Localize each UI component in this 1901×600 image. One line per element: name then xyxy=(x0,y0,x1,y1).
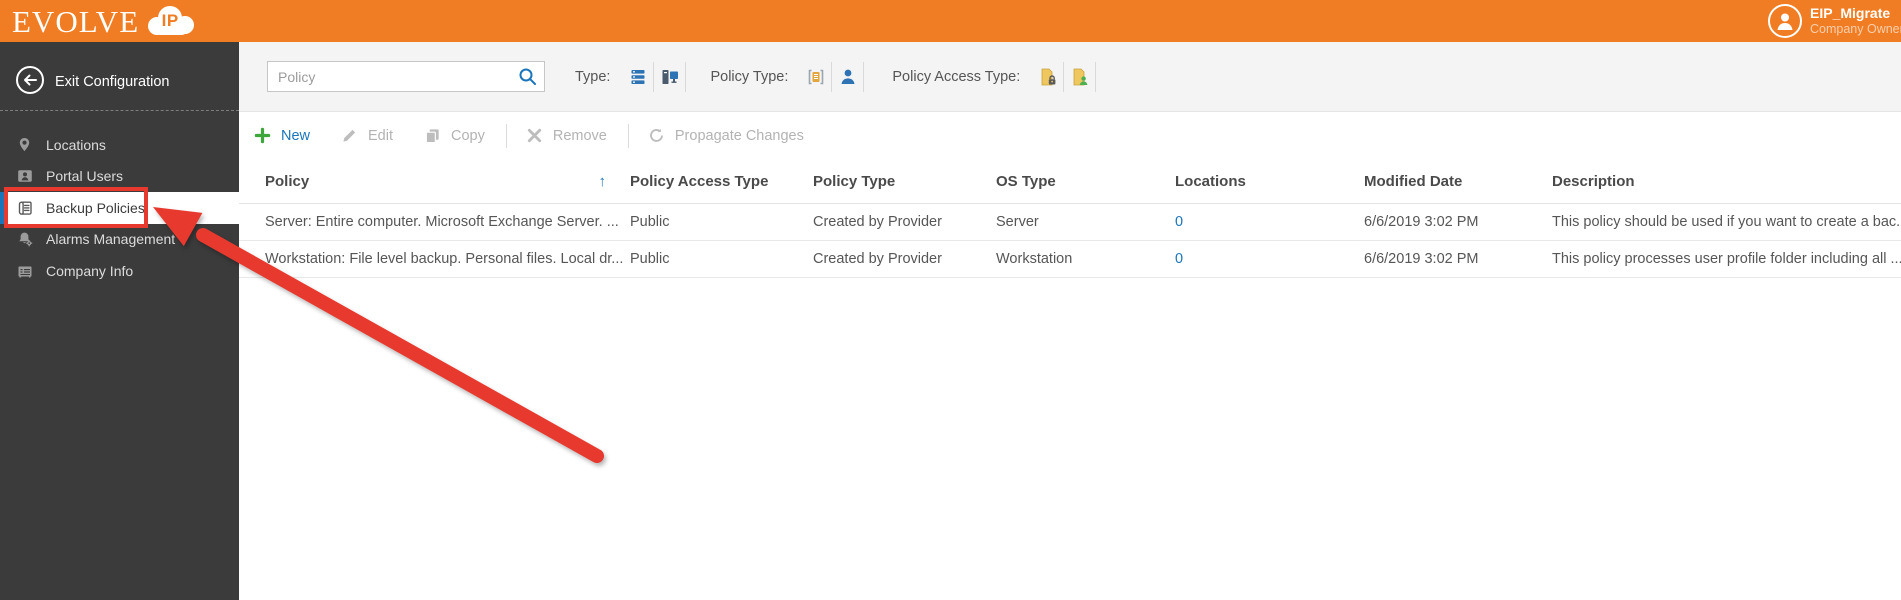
workstation-icon xyxy=(662,69,678,84)
cell-locations-link[interactable]: 0 xyxy=(1175,251,1364,267)
filter-group-type: Type: xyxy=(575,61,687,92)
search-input[interactable] xyxy=(267,61,545,92)
app-window: EVOLVE IP EIP_Migrate Company Owner Exit… xyxy=(0,0,1901,600)
filter-group-policy-type: Policy Type: xyxy=(710,61,865,92)
table-toolbar: New Edit Copy Remove Propagate Changes xyxy=(239,112,1901,159)
column-header-locations[interactable]: Locations xyxy=(1175,173,1364,190)
cell-policy-type: Created by Provider xyxy=(813,251,942,267)
portal-user-icon xyxy=(17,168,34,185)
sort-ascending-icon: ↑ xyxy=(598,172,607,190)
main-content: Type: xyxy=(239,42,1901,600)
sidebar: Exit Configuration Locations Portal User… xyxy=(0,42,239,600)
provider-policy-filter-button[interactable] xyxy=(800,61,833,92)
brand-logo: EVOLVE IP xyxy=(12,0,196,42)
sidebar-item-alarms-management[interactable]: Alarms Management xyxy=(0,224,239,256)
copy-icon xyxy=(424,127,442,145)
column-header-os-type[interactable]: OS Type xyxy=(996,173,1175,190)
cell-policy: Workstation: File level backup. Personal… xyxy=(265,251,624,267)
brand-name: EVOLVE xyxy=(12,3,140,39)
sidebar-item-company-info[interactable]: Company Info xyxy=(0,255,239,287)
remove-button[interactable]: Remove xyxy=(526,127,607,145)
column-header-policy-type[interactable]: Policy Type xyxy=(813,173,996,190)
back-circle-icon xyxy=(15,65,45,99)
column-header-modified-date[interactable]: Modified Date xyxy=(1364,173,1552,190)
pencil-icon xyxy=(341,127,359,145)
backup-policies-scroll-icon xyxy=(17,199,34,216)
copy-button-label: Copy xyxy=(451,127,485,144)
cell-policy-access-type: Public xyxy=(630,251,670,267)
provider-policy-scroll-icon xyxy=(808,69,824,84)
exit-configuration-label: Exit Configuration xyxy=(55,74,170,90)
filter-bar: Type: xyxy=(239,42,1901,112)
toolbar-divider xyxy=(627,123,629,148)
user-menu[interactable]: EIP_Migrate Company Owner xyxy=(1768,4,1901,38)
sidebar-item-label: Locations xyxy=(46,136,106,153)
cell-modified-date: 6/6/2019 3:02 PM xyxy=(1364,214,1479,230)
cell-description: This policy should be used if you want t… xyxy=(1552,214,1901,230)
filter-group-policy-access-type: Policy Access Type: xyxy=(892,61,1097,92)
private-policy-lock-icon xyxy=(1041,68,1056,85)
cell-os-type: Server xyxy=(996,214,1039,230)
copy-button[interactable]: Copy xyxy=(424,127,485,145)
company-building-icon xyxy=(17,262,34,279)
edit-button[interactable]: Edit xyxy=(341,127,393,145)
server-icon xyxy=(631,69,645,84)
sidebar-divider xyxy=(0,110,239,111)
public-policy-filter-button[interactable] xyxy=(1064,61,1097,92)
user-avatar-icon xyxy=(1768,4,1802,38)
cell-policy-access-type: Public xyxy=(630,214,670,230)
user-role: Company Owner xyxy=(1810,22,1901,36)
server-type-filter-button[interactable] xyxy=(622,61,655,92)
cell-modified-date: 6/6/2019 3:02 PM xyxy=(1364,251,1479,267)
cell-description: This policy processes user profile folde… xyxy=(1552,251,1901,267)
remove-x-icon xyxy=(526,127,544,145)
brand-suffix: IP xyxy=(161,11,179,30)
search-box xyxy=(267,61,545,92)
policy-type-filter-label: Policy Type: xyxy=(710,68,789,85)
user-policy-filter-button[interactable] xyxy=(832,61,865,92)
type-filter-label: Type: xyxy=(575,68,611,85)
cell-os-type: Workstation xyxy=(996,251,1073,267)
exit-configuration-button[interactable]: Exit Configuration xyxy=(0,62,239,102)
user-name: EIP_Migrate xyxy=(1810,5,1891,21)
cell-locations-link[interactable]: 0 xyxy=(1175,214,1364,230)
toolbar-divider xyxy=(505,123,507,148)
private-policy-filter-button[interactable] xyxy=(1032,61,1065,92)
new-button-label: New xyxy=(281,127,311,144)
user-policy-person-icon xyxy=(841,69,855,84)
table-row[interactable]: Workstation: File level backup. Personal… xyxy=(239,241,1901,278)
policy-access-type-filter-label: Policy Access Type: xyxy=(892,68,1021,85)
search-icon[interactable] xyxy=(518,67,537,86)
cell-policy-type: Created by Provider xyxy=(813,214,942,230)
sidebar-item-label: Company Info xyxy=(46,262,134,279)
cell-policy: Server: Entire computer. Microsoft Excha… xyxy=(265,214,619,230)
column-header-policy-access-type[interactable]: Policy Access Type xyxy=(630,173,813,190)
sidebar-item-label: Portal Users xyxy=(46,168,124,185)
propagate-changes-button[interactable]: Propagate Changes xyxy=(648,127,804,145)
edit-button-label: Edit xyxy=(368,127,394,144)
brand-cloud-icon: IP xyxy=(144,3,196,39)
table-row[interactable]: Server: Entire computer. Microsoft Excha… xyxy=(239,204,1901,241)
sidebar-menu: Locations Portal Users Backup Policies A… xyxy=(0,129,239,287)
sidebar-item-label: Alarms Management xyxy=(46,231,176,248)
propagate-changes-label: Propagate Changes xyxy=(674,127,804,144)
new-button[interactable]: New xyxy=(254,127,310,145)
sidebar-item-locations[interactable]: Locations xyxy=(0,129,239,161)
alarms-bell-gear-icon xyxy=(17,231,34,248)
plus-icon xyxy=(254,127,272,145)
sidebar-item-backup-policies[interactable]: Backup Policies xyxy=(0,192,239,224)
column-header-description[interactable]: Description xyxy=(1552,173,1901,190)
top-header-bar: EVOLVE IP EIP_Migrate Company Owner xyxy=(0,0,1901,42)
remove-button-label: Remove xyxy=(552,127,607,144)
public-policy-person-icon xyxy=(1073,68,1088,85)
table-header-row: Policy ↑ Policy Access Type Policy Type … xyxy=(239,159,1901,204)
column-header-policy[interactable]: Policy ↑ xyxy=(265,173,630,190)
workstation-type-filter-button[interactable] xyxy=(654,61,687,92)
propagate-refresh-icon xyxy=(648,127,666,145)
sidebar-item-label: Backup Policies xyxy=(46,199,145,216)
sidebar-item-portal-users[interactable]: Portal Users xyxy=(0,161,239,193)
location-pin-icon xyxy=(17,136,34,153)
